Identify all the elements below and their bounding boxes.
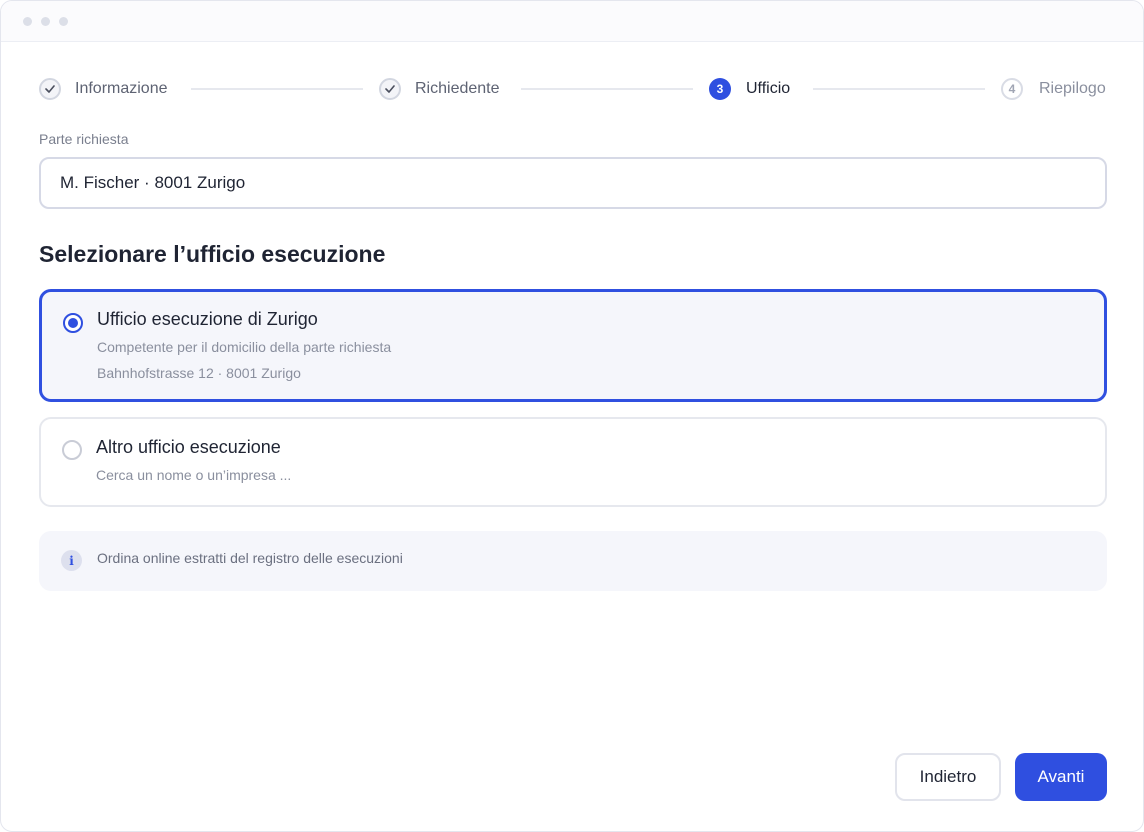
info-icon: i	[61, 550, 82, 571]
step-label: Riepilogo	[1039, 80, 1106, 97]
next-button[interactable]: Avanti	[1015, 753, 1107, 801]
check-icon	[39, 78, 61, 100]
step-label: Informazione	[75, 80, 168, 97]
option-title: Altro ufficio esecuzione	[96, 437, 281, 457]
option-title: Ufficio esecuzione di Zurigo	[97, 309, 318, 329]
window-control-dot[interactable]	[23, 17, 32, 26]
step-connector	[521, 88, 693, 90]
office-option-zurigo[interactable]: Ufficio esecuzione di Zurigo Competente …	[39, 289, 1107, 402]
step-riepilogo[interactable]: 4 Riepilogo	[1001, 76, 1106, 102]
option-subtitle: Competente per il domicilio della parte …	[97, 339, 392, 355]
step-label: Richiedente	[415, 80, 500, 97]
info-link[interactable]: Ordina online estratti del registro dell…	[97, 550, 403, 566]
progress-stepper: Informazione Richiedente 3 Ufficio 4 Rie…	[39, 76, 1107, 102]
option-address: Bahnhofstrasse 12 · 8001 Zurigo	[97, 365, 301, 381]
section-title: Selezionare l’ufficio esecuzione	[39, 241, 386, 267]
office-option-other[interactable]: Altro ufficio esecuzione Cerca un nome o…	[39, 417, 1107, 507]
window-control-dot[interactable]	[59, 17, 68, 26]
radio-selected[interactable]	[63, 313, 83, 333]
step-connector	[813, 88, 985, 90]
step-label: Ufficio	[746, 80, 791, 97]
title-bar	[1, 1, 1143, 42]
option-search-hint: Cerca un nome o un’impresa ...	[96, 467, 292, 483]
radio-unselected[interactable]	[62, 440, 82, 460]
info-banner: i Ordina online estratti del registro de…	[39, 531, 1107, 591]
step-ufficio[interactable]: 3 Ufficio	[709, 76, 790, 102]
window-control-dot[interactable]	[41, 17, 50, 26]
back-button[interactable]: Indietro	[895, 753, 1001, 801]
step-richiedente[interactable]: Richiedente	[379, 76, 500, 102]
step-connector	[191, 88, 363, 90]
field-label: Parte richiesta	[39, 131, 129, 147]
requested-party-input[interactable]: M. Fischer · 8001 Zurigo	[39, 157, 1107, 209]
step-informazione[interactable]: Informazione	[39, 76, 168, 102]
check-icon	[379, 78, 401, 100]
step-number-badge: 4	[1001, 78, 1023, 100]
step-number-badge: 3	[709, 78, 731, 100]
app-window: Informazione Richiedente 3 Ufficio 4 Rie…	[0, 0, 1144, 832]
